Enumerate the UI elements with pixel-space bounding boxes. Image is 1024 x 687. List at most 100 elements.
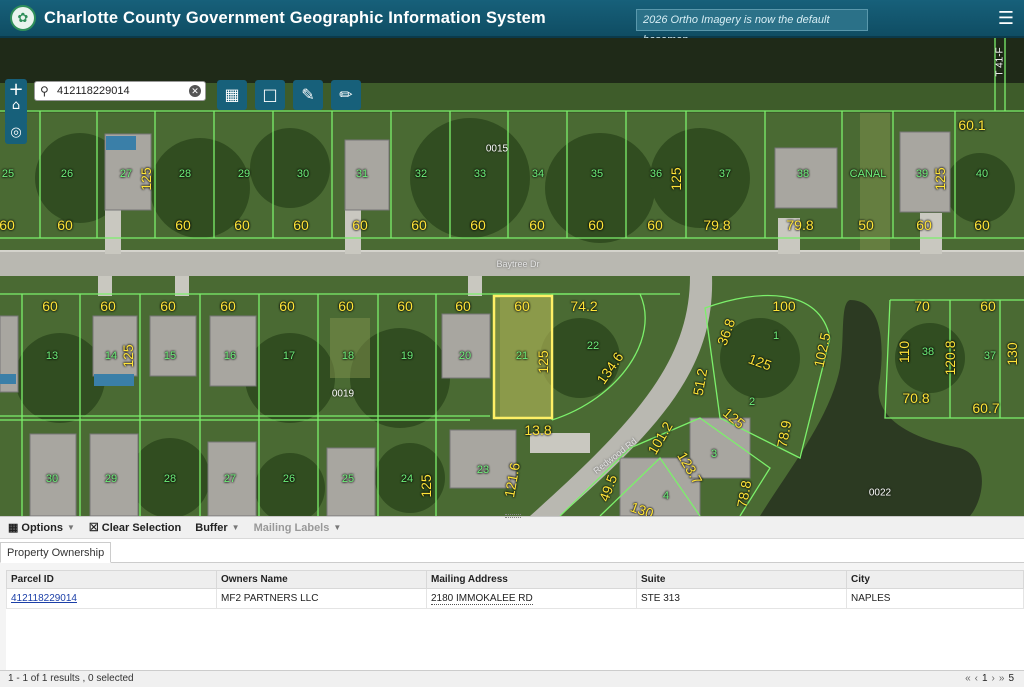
table-row[interactable]: 412118229014 MF2 PARTNERS LLC 2180 IMMOK… — [6, 588, 1024, 609]
column-header[interactable]: Mailing Address — [426, 570, 637, 589]
dimension-label: 79.8 — [786, 217, 814, 233]
options-menu[interactable]: ▦ Options ▼ — [8, 521, 75, 535]
block-label: 0022 — [868, 487, 892, 499]
report-icon[interactable]: ✎ — [293, 80, 323, 110]
first-page-icon[interactable]: « — [965, 673, 975, 684]
dimension-label: 60 — [397, 298, 413, 314]
prev-page-icon[interactable]: ‹ — [975, 673, 982, 684]
basemap-notice[interactable]: 2026 Ortho Imagery is now the default ba… — [636, 9, 868, 46]
lot-label: 3 — [710, 448, 718, 460]
dimension-label-selected: 60 — [514, 298, 530, 314]
clear-selection-button[interactable]: ☒ Clear Selection — [89, 521, 182, 535]
draw-icon[interactable]: ✏ — [331, 80, 361, 110]
dimension-label: 60 — [529, 217, 545, 233]
lot-label: 26 — [282, 473, 296, 485]
dimension-label: 60 — [0, 217, 15, 233]
table-cell: STE 313 — [636, 588, 847, 609]
lot-label: 37 — [983, 350, 997, 362]
lot-label-selected[interactable]: 21 — [516, 350, 528, 362]
parcel-id-link[interactable]: 412118229014 — [11, 593, 77, 604]
app-title: Charlotte County Government Geographic I… — [44, 8, 546, 27]
lot-label: 20 — [458, 350, 472, 362]
lot-label: 40 — [975, 168, 989, 180]
lot-label: 14 — [104, 350, 118, 362]
tab-property-ownership[interactable]: Property Ownership — [0, 542, 112, 563]
dimension-label: 125 — [418, 474, 434, 498]
buffer-label: Buffer — [195, 521, 228, 534]
results-table-container: Parcel ID Owners Name Mailing Address Su… — [6, 570, 1024, 670]
dimension-label: 60 — [980, 298, 996, 314]
parcel-search-input[interactable]: ⚲ 412118229014 ✕ — [34, 81, 206, 101]
canal-label: CANAL — [849, 168, 887, 180]
dimension-label: 60 — [175, 217, 191, 233]
results-table: Parcel ID Owners Name Mailing Address Su… — [6, 570, 1024, 609]
lot-label: 37 — [718, 168, 732, 180]
mailing-address-value: 2180 IMMOKALEE RD — [431, 593, 533, 605]
dimension-label: 60 — [455, 298, 471, 314]
results-toolbar: ▦ Options ▼ ☒ Clear Selection Buffer ▼ M… — [0, 517, 1024, 539]
lot-label: 25 — [341, 473, 355, 485]
map-view[interactable]: 25 26 27 28 29 30 31 32 33 34 35 36 37 3… — [0, 38, 1024, 516]
dimension-label: 60 — [647, 217, 663, 233]
dimension-label: 60 — [220, 298, 236, 314]
mailing-labels-label: Mailing Labels — [253, 521, 330, 534]
status-bar: 1 - 1 of 1 results , 0 selected «‹1›»5 — [0, 670, 1024, 687]
panel-resize-handle[interactable] — [505, 514, 521, 518]
locate-icon[interactable]: ◎ — [5, 122, 27, 144]
lot-label: 33 — [473, 168, 487, 180]
layers-icon[interactable]: ☰ — [994, 7, 1018, 31]
results-count: 1 - 1 of 1 results , 0 selected — [8, 673, 134, 684]
dimension-label: 125 — [120, 344, 136, 368]
home-icon[interactable]: ⌂ — [5, 95, 27, 117]
lot-label: 15 — [163, 350, 177, 362]
block-label: 0019 — [331, 388, 355, 400]
grid-view-icon[interactable]: ▦ — [217, 80, 247, 110]
dimension-label: 60 — [352, 217, 368, 233]
dimension-label: 60 — [234, 217, 250, 233]
clear-selection-label: Clear Selection — [101, 521, 182, 534]
mailing-labels-menu[interactable]: Mailing Labels ▼ — [254, 522, 342, 534]
lot-label: 30 — [296, 168, 310, 180]
lot-label: 29 — [104, 473, 118, 485]
dimension-label: 60 — [160, 298, 176, 314]
lot-label: 17 — [282, 350, 296, 362]
corner-label: T 41-F — [994, 47, 1006, 77]
dimension-label: 125 — [668, 167, 684, 191]
dimension-label: 100 — [772, 298, 796, 314]
lot-label: 22 — [586, 340, 600, 352]
column-header[interactable]: Owners Name — [216, 570, 427, 589]
lot-label: 36 — [649, 168, 663, 180]
map-canvas[interactable] — [0, 38, 1024, 516]
canal-water-top — [0, 38, 1024, 83]
gis-app: ✿ Charlotte County Government Geographic… — [0, 0, 1024, 687]
lot-label: 38 — [796, 168, 810, 180]
column-header[interactable]: City — [846, 570, 1024, 589]
next-page-icon[interactable]: › — [992, 673, 999, 684]
lot-label: 28 — [163, 473, 177, 485]
select-area-icon[interactable]: □ — [255, 80, 285, 110]
current-page: 1 — [981, 673, 992, 684]
page-size[interactable]: 5 — [1008, 673, 1018, 684]
clear-search-icon[interactable]: ✕ — [189, 85, 201, 97]
caret-down-icon: ▼ — [333, 523, 342, 532]
table-cell: 2180 IMMOKALEE RD — [426, 588, 637, 609]
dimension-label: 110 — [896, 340, 912, 364]
pagination: «‹1›»5 — [965, 671, 1018, 687]
dimension-label: 60 — [279, 298, 295, 314]
lot-label: 16 — [223, 350, 237, 362]
search-value[interactable]: 412118229014 — [57, 85, 130, 97]
column-header[interactable]: Suite — [636, 570, 847, 589]
app-header: ✿ Charlotte County Government Geographic… — [0, 0, 1024, 46]
lot-label: 35 — [590, 168, 604, 180]
county-logo: ✿ — [10, 5, 36, 31]
dimension-label: 60.1 — [958, 117, 986, 133]
column-header[interactable]: Parcel ID — [6, 570, 217, 589]
lot-label: 23 — [476, 464, 490, 476]
road-label-baytree: Baytree Dr — [496, 259, 540, 269]
table-cell: NAPLES — [846, 588, 1024, 609]
dimension-label: 60 — [470, 217, 486, 233]
lot-label: 2 — [748, 396, 756, 408]
table-cell: 412118229014 — [6, 588, 217, 609]
last-page-icon[interactable]: » — [999, 673, 1009, 684]
buffer-menu[interactable]: Buffer ▼ — [195, 522, 239, 534]
